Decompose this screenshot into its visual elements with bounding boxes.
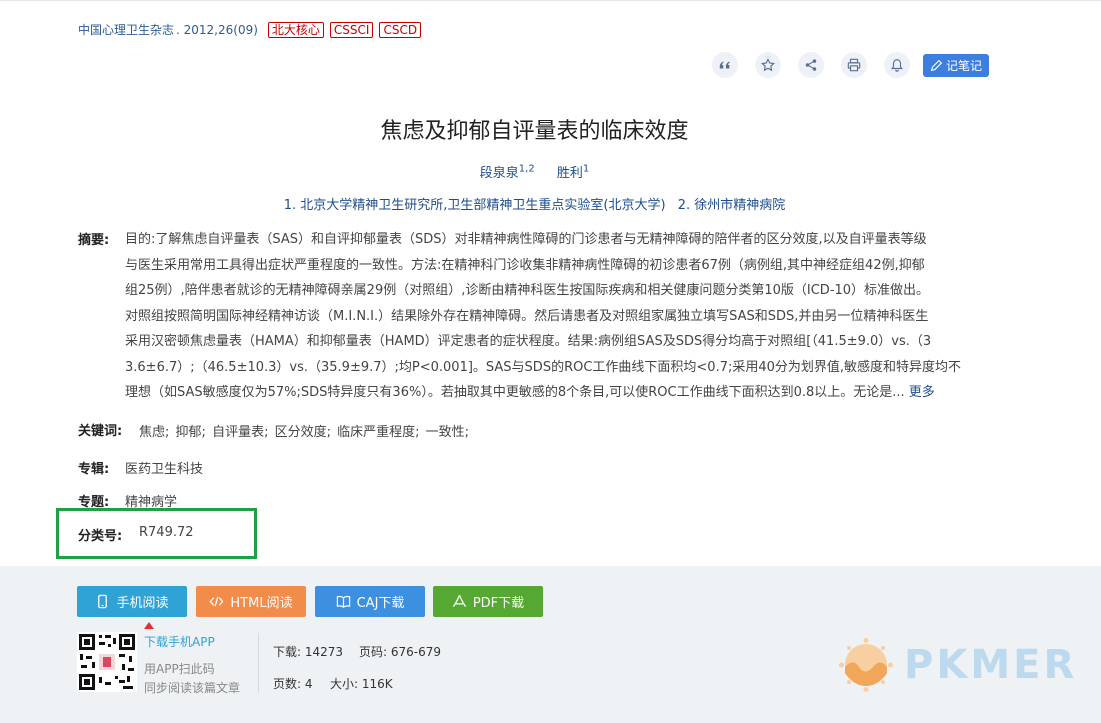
journal-issue[interactable]: . 2012,26(09) — [176, 23, 258, 37]
keyword-link[interactable]: 临床严重程度; — [337, 425, 419, 440]
highlight-box — [56, 508, 257, 559]
abstract-more-link[interactable]: 更多 — [909, 385, 935, 400]
subscribe-button[interactable] — [884, 52, 910, 78]
quote-icon — [719, 61, 730, 69]
journal-name[interactable]: 中国心理卫生杂志 — [78, 21, 174, 38]
print-icon — [847, 58, 861, 72]
affiliation-link[interactable]: 1. 北京大学精神卫生研究所,卫生部精神卫生重点实验室(北京大学) — [284, 198, 666, 213]
abstract-text: 目的:了解焦虑自评量表（SAS）和自评抑郁量表（SDS）对非精神病性障碍的门诊患… — [125, 227, 995, 406]
abstract-line: 对照组按照简明国际神经精神访谈（M.I.N.I.）结果除外存在精神障碍。然后请患… — [125, 308, 929, 324]
keyword-link[interactable]: 焦虑; — [139, 425, 169, 440]
favorite-button[interactable] — [755, 52, 781, 78]
abstract-line: 组25例）,陪伴患者就诊的无精神障碍亲属29例（对照组）,诊断由精神科医生按国际… — [125, 283, 930, 298]
print-button[interactable] — [841, 52, 867, 78]
code-icon — [209, 596, 224, 607]
active-caret — [144, 622, 154, 629]
pencil-icon — [930, 59, 943, 71]
keyword-link[interactable]: 区分效度; — [275, 425, 331, 440]
pages-stat: 页码: 676-679 — [359, 645, 442, 659]
affiliation-link[interactable]: 2. 徐州市精神病院 — [678, 198, 786, 213]
share-button[interactable] — [798, 52, 824, 78]
html-read-button[interactable]: HTML阅读 — [196, 586, 306, 617]
abstract-label: 摘要: — [78, 233, 110, 248]
quote-button[interactable] — [712, 52, 738, 78]
size-stat: 大小: 116K — [330, 677, 393, 691]
mobile-read-button[interactable]: 手机阅读 — [77, 586, 187, 617]
app-qr-code — [77, 632, 137, 692]
abstract-line-last: 理想（如SAS敏感度仅为57%;SDS特异度只有36%）。若抽取其中更敏感的8个… — [125, 385, 935, 400]
author-list: 段泉泉1,2 胜利1 — [0, 162, 1069, 181]
app-scan-tip: 用APP扫此码 — [144, 662, 215, 676]
pdf-download-label: PDF下载 — [472, 596, 525, 611]
album-label: 专辑: — [78, 462, 110, 477]
downloads-stat: 下载: 14273 — [273, 645, 344, 659]
source-line: 中国心理卫生杂志 . 2012,26(09) 北大核心 CSSCI CSCD — [78, 21, 422, 38]
page-count-stat: 页数: 4 — [273, 677, 313, 691]
badge-cssci: CSSCI — [329, 21, 374, 38]
keyword-link[interactable]: 一致性; — [426, 425, 469, 440]
album-value: 医药卫生科技 — [125, 462, 204, 477]
abstract-line: 与医生采用常用工具得出症状严重程度的一致性。方法:在精神科门诊收集非精神病性障碍… — [125, 257, 925, 273]
badge-cscd: CSCD — [379, 21, 422, 38]
html-read-label: HTML阅读 — [230, 596, 293, 611]
keywords-label: 关键词: — [78, 424, 123, 439]
badge-pku-core: 北大核心 — [267, 21, 324, 38]
book-icon — [336, 595, 350, 608]
pkmer-watermark: PKMER — [838, 637, 1077, 693]
article-toolbar: 记笔记 — [712, 52, 990, 78]
keyword-link[interactable]: 自评量表; — [212, 425, 268, 440]
share-icon — [805, 59, 817, 71]
download-app-link[interactable]: 下载手机APP — [144, 633, 215, 650]
bell-icon — [891, 59, 903, 72]
footer-divider — [258, 633, 259, 693]
take-note-button[interactable]: 记笔记 — [923, 53, 990, 77]
abstract-line: 目的:了解焦虑自评量表（SAS）和自评抑郁量表（SDS）对非精神病性障碍的门诊患… — [125, 232, 927, 247]
keyword-list: 焦虑; 抑郁; 自评量表; 区分效度; 临床严重程度; 一致性; — [139, 421, 471, 440]
phone-icon — [98, 594, 108, 609]
take-note-label: 记笔记 — [946, 58, 983, 73]
abstract-line: 3.6±6.7）;（46.5±10.3）vs.（35.9±9.7）;均P<0.0… — [125, 359, 962, 375]
author-link[interactable]: 胜利1 — [557, 164, 589, 181]
app-sync-tip: 同步阅读该篇文章 — [144, 681, 241, 695]
top-divider — [0, 0, 1101, 1]
caj-download-label: CAJ下载 — [356, 596, 405, 611]
pkmer-logo-icon — [839, 638, 893, 692]
affiliation-list: 1. 北京大学精神卫生研究所,卫生部精神卫生重点实验室(北京大学) 2. 徐州市… — [0, 194, 1069, 213]
pdf-icon — [452, 595, 466, 608]
keyword-link[interactable]: 抑郁; — [176, 425, 206, 440]
pdf-download-button[interactable]: PDF下载 — [433, 586, 543, 617]
article-title: 焦虑及抑郁自评量表的临床效度 — [380, 119, 689, 144]
abstract-line: 采用汉密顿焦虑量表（HAMA）和抑郁量表（HAMD）评定患者的症状程度。结果:病… — [125, 334, 932, 349]
caj-download-button[interactable]: CAJ下载 — [315, 586, 425, 617]
mobile-read-label: 手机阅读 — [116, 596, 169, 611]
pkmer-watermark-text: PKMER — [904, 642, 1078, 688]
author-link[interactable]: 段泉泉1,2 — [480, 164, 535, 181]
star-icon — [761, 58, 775, 72]
